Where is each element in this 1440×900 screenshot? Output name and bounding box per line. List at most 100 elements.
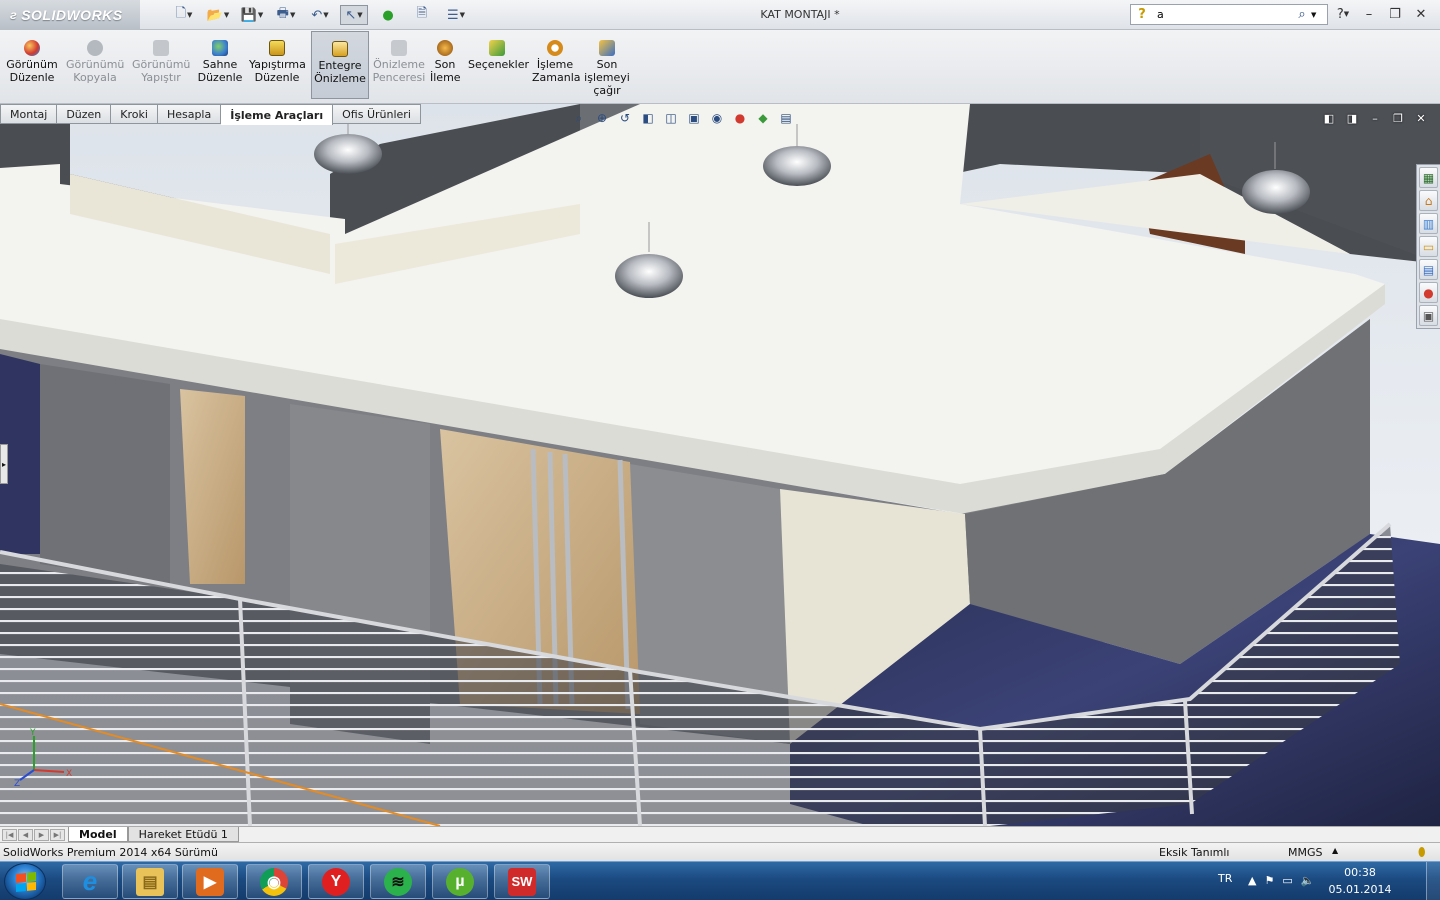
new-document-button[interactable]: 🗋 ▼ [170, 5, 198, 25]
schedule-render-button[interactable]: İşleme Zamanla [532, 40, 581, 84]
start-button[interactable] [4, 863, 46, 900]
chevron-down-icon[interactable]: ▼ [357, 11, 362, 19]
language-indicator[interactable]: TR [1218, 872, 1232, 885]
unit-system[interactable]: MMGS [1288, 846, 1323, 859]
render-options-icon [489, 40, 505, 56]
display-style-icon[interactable]: ▣ [685, 110, 703, 126]
last-tab-icon[interactable]: ▶| [50, 828, 65, 841]
chevron-down-icon[interactable]: ▼ [323, 11, 328, 19]
quick-tips-icon[interactable]: ⬮ [1418, 845, 1426, 860]
media-player-icon: ▶ [196, 867, 224, 896]
open-folder-icon: 📂 [206, 7, 223, 23]
chevron-down-icon[interactable]: ▼ [258, 11, 263, 19]
final-render-button[interactable]: Son İleme [430, 40, 461, 84]
first-tab-icon[interactable]: |◀ [2, 828, 17, 841]
collapse-right-icon[interactable]: ◨ [1343, 111, 1361, 126]
collapse-left-icon[interactable]: ◧ [1320, 111, 1338, 126]
taskbar-app-media-player[interactable]: ▶ [182, 864, 238, 899]
tab-model[interactable]: Model [68, 827, 128, 842]
zoom-to-area-icon[interactable]: ⊕ [593, 110, 611, 126]
options-button[interactable]: ☰ ▼ [442, 5, 470, 25]
appearances-icon[interactable]: ● [1419, 282, 1438, 303]
next-tab-icon[interactable]: ▶ [34, 828, 49, 841]
view-settings-icon[interactable]: ▤ [777, 110, 795, 126]
network-icon[interactable]: ▭ [1282, 874, 1292, 887]
tab-kroki[interactable]: Kroki [111, 104, 158, 124]
new-document-icon: 🗋 [175, 6, 187, 21]
solidworks-help-icon[interactable]: ? [1131, 5, 1153, 24]
edit-decal-button[interactable]: Yapıştırma Düzenle [249, 40, 306, 84]
home-icon[interactable]: ⌂ [1419, 190, 1438, 211]
triad-z-label: Z [14, 779, 20, 788]
tab-duzen[interactable]: Düzen [57, 104, 112, 124]
search-input[interactable] [1153, 6, 1293, 23]
prev-tab-icon[interactable]: ◀ [18, 828, 33, 841]
select-button[interactable]: ↖ ▼ [340, 5, 368, 25]
hide-show-items-icon[interactable]: ◉ [708, 110, 726, 126]
print-button[interactable]: 🖶 ▼ [272, 5, 300, 25]
search-icon[interactable]: ⌕ [1293, 7, 1311, 22]
copy-appearance-button[interactable]: Görünümü Kopyala [66, 40, 124, 84]
show-desktop-button[interactable] [1426, 862, 1440, 900]
tab-ofis-urunleri[interactable]: Ofis Ürünleri [333, 104, 421, 124]
minimize-icon[interactable]: – [1366, 111, 1384, 126]
undo-button[interactable]: ↶ ▼ [306, 5, 334, 25]
clock-time[interactable]: 00:38 [1330, 866, 1390, 879]
section-view-icon[interactable]: ◧ [639, 110, 657, 126]
apply-scene-icon[interactable]: ◆ [754, 110, 772, 126]
taskbar-app-utorrent[interactable]: µ [432, 864, 488, 899]
zoom-to-fit-icon[interactable]: ⌕ [570, 110, 588, 126]
preview-window-button[interactable]: Önizleme Penceresi [372, 40, 426, 84]
file-properties-button[interactable]: 🗎 [408, 5, 436, 25]
tool-label: Son işlemeyi çağır [584, 58, 630, 97]
tab-montaj[interactable]: Montaj [0, 104, 58, 124]
taskbar-app-solidworks[interactable]: SW [494, 864, 550, 899]
taskbar-app-file-explorer[interactable]: ▤ [122, 864, 178, 899]
taskbar-app-spotify[interactable]: ≋ [370, 864, 426, 899]
file-explorer-icon[interactable]: ▭ [1419, 236, 1438, 257]
open-button[interactable]: 📂 ▼ [204, 5, 232, 25]
chevron-up-icon[interactable]: ▲ [1332, 846, 1338, 855]
edit-scene-button[interactable]: Sahne Düzenle [197, 40, 243, 84]
help-button[interactable]: ? ▼ [1332, 5, 1354, 23]
paste-appearance-button[interactable]: Görünümü Yapıştır [132, 40, 190, 84]
recall-last-render-button[interactable]: Son işlemeyi çağır [584, 40, 630, 97]
chevron-down-icon[interactable]: ▼ [224, 11, 229, 19]
custom-properties-icon[interactable]: ▣ [1419, 305, 1438, 326]
action-center-flag-icon[interactable]: ⚑ [1264, 874, 1274, 887]
tab-hesapla[interactable]: Hesapla [157, 104, 222, 124]
graphics-area[interactable]: ⌕ ⊕ ↺ ◧ ◫ ▣ ◉ ● ◆ ▤ ◧ ◨ – ❐ ✕ ▦ ⌂ ▥ ▭ ▤ … [0, 104, 1440, 826]
chevron-down-icon[interactable]: ▼ [290, 11, 295, 19]
volume-icon[interactable]: 🔈 [1301, 874, 1315, 887]
chevron-down-icon[interactable]: ▼ [187, 11, 192, 19]
tab-isleme-araclari[interactable]: İşleme Araçları [221, 104, 334, 125]
close-button[interactable]: ✕ [1410, 5, 1432, 23]
save-button[interactable]: 💾 ▼ [238, 5, 266, 25]
clock-date[interactable]: 05.01.2014 [1322, 883, 1398, 896]
integrated-preview-button[interactable]: Entegre Önizleme [311, 31, 369, 99]
design-library-icon[interactable]: ▥ [1419, 213, 1438, 234]
taskbar-app-chrome[interactable]: ◉ [246, 864, 302, 899]
chevron-down-icon[interactable]: ▼ [1344, 10, 1349, 18]
tab-motion-study[interactable]: Hareket Etüdü 1 [127, 827, 239, 842]
chevron-down-icon[interactable]: ▼ [460, 11, 465, 19]
previous-view-icon[interactable]: ↺ [616, 110, 634, 126]
view-orientation-icon[interactable]: ◫ [662, 110, 680, 126]
edit-appearance-button[interactable]: Görünüm Düzenle [6, 40, 58, 84]
show-hidden-icons-icon[interactable]: ▲ [1248, 874, 1256, 887]
taskbar-app-internet-explorer[interactable]: e [62, 864, 118, 899]
task-pane-tabs: ▦ ⌂ ▥ ▭ ▤ ● ▣ [1416, 164, 1440, 329]
chevron-down-icon[interactable]: ▼ [1311, 11, 1321, 19]
close-icon[interactable]: ✕ [1412, 111, 1430, 126]
restore-icon[interactable]: ❐ [1389, 111, 1407, 126]
solidworks-logo[interactable]: ƨ SOLIDWORKS [0, 0, 140, 30]
rebuild-button[interactable]: ● [374, 5, 402, 25]
restore-button[interactable]: ❐ [1384, 5, 1406, 23]
taskbar-app-yandex[interactable]: Y [308, 864, 364, 899]
options-render-button[interactable]: Seçenekler [468, 40, 529, 71]
edit-appearance-icon[interactable]: ● [731, 110, 749, 126]
view-palette-icon[interactable]: ▤ [1419, 259, 1438, 280]
solidworks-resources-icon[interactable]: ▦ [1419, 167, 1438, 188]
minimize-button[interactable]: – [1358, 5, 1380, 23]
feature-manager-handle[interactable]: ▸ [0, 444, 8, 484]
